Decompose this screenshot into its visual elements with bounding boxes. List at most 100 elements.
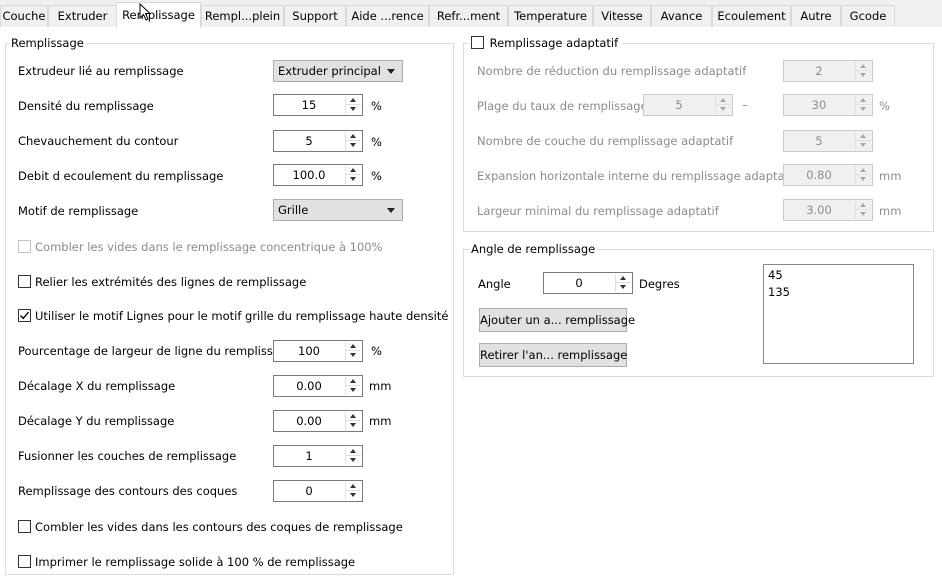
list-item[interactable]: 45 [764, 265, 913, 284]
overlap-label: Chevauchement du contour [18, 134, 179, 148]
spin-up-icon[interactable] [346, 342, 361, 351]
connect-lines-checkbox[interactable] [18, 275, 31, 288]
spin-down-icon[interactable] [346, 141, 361, 150]
adaptive-range-max-spinbox[interactable]: 30 [783, 94, 873, 116]
spin-up-icon[interactable] [616, 274, 631, 283]
adaptive-range-min-spinbox[interactable]: 5 [643, 94, 733, 116]
tab-autre[interactable]: Autre [791, 5, 841, 26]
extruder-label: Extrudeur lié au remplissage [18, 64, 184, 78]
pattern-combo[interactable]: Grille [273, 199, 403, 221]
spin-down-icon[interactable] [346, 175, 361, 184]
tab-couche[interactable]: Couche [0, 5, 48, 26]
adaptive-min-width-label: Largeur minimal du remplissage adaptatif [477, 204, 719, 218]
density-spinbox[interactable]: 15 [273, 94, 363, 116]
spin-up-icon[interactable] [346, 166, 361, 175]
shell-fill-spinbox[interactable]: 0 [273, 480, 363, 502]
spin-up-icon[interactable] [856, 201, 871, 210]
spin-up-icon[interactable] [346, 482, 361, 491]
flow-unit: % [371, 169, 382, 183]
spin-down-icon[interactable] [346, 456, 361, 465]
spin-up-icon[interactable] [346, 132, 361, 141]
infill-group-title: Remplissage [9, 36, 86, 50]
spin-up-icon[interactable] [856, 132, 871, 141]
overlap-spinbox[interactable]: 5 [273, 130, 363, 152]
spin-up-icon[interactable] [856, 96, 871, 105]
spin-up-icon[interactable] [346, 377, 361, 386]
spin-up-icon[interactable] [346, 412, 361, 421]
tab-support[interactable]: Support [284, 5, 346, 26]
tab-aide-adherence[interactable]: Aide ...rence [346, 5, 429, 26]
extruder-combo[interactable]: Extruder principal [273, 60, 403, 82]
use-lines-checkbox[interactable] [18, 309, 31, 322]
angle-list[interactable]: 45 135 [763, 264, 914, 364]
spin-up-icon[interactable] [856, 62, 871, 71]
adaptive-range-label: Plage du taux de remplissage [477, 99, 648, 113]
add-angle-button[interactable]: Ajouter un a... remplissage [479, 308, 635, 332]
adaptive-reductions-label: Nombre de réduction du remplissage adapt… [477, 64, 747, 78]
offset-x-spinbox[interactable]: 0.00 [273, 375, 363, 397]
remove-angle-button[interactable]: Retirer l'an... remplissage [479, 343, 627, 367]
adaptive-expansion-value: 0.80 [806, 168, 832, 182]
spin-down-icon[interactable] [346, 105, 361, 114]
merge-layers-spinbox[interactable]: 1 [273, 445, 363, 467]
shell-fill-value: 0 [305, 484, 313, 498]
offset-y-spinbox[interactable]: 0.00 [273, 410, 363, 432]
width-pct-spinbox[interactable]: 100 [273, 340, 363, 362]
tab-extruder[interactable]: Extruder [48, 5, 117, 26]
fill-shell-gaps-checkbox[interactable] [18, 520, 31, 533]
spin-down-icon[interactable] [856, 175, 871, 184]
tab-ecoulement[interactable]: Ecoulement [712, 5, 791, 26]
list-item[interactable]: 135 [764, 284, 913, 301]
offset-y-value: 0.00 [296, 414, 322, 428]
density-unit: % [371, 99, 382, 113]
adaptive-min-width-value: 3.00 [806, 203, 832, 217]
tab-avance[interactable]: Avance [651, 5, 712, 26]
spin-down-icon[interactable] [616, 283, 631, 292]
spin-down-icon[interactable] [856, 71, 871, 80]
spin-down-icon[interactable] [856, 105, 871, 114]
adaptive-group-header: Remplissage adaptatif [469, 36, 623, 50]
tab-remplissage[interactable]: Remplissage [116, 2, 201, 28]
print-solid-label: Imprimer le remplissage solide à 100 % d… [35, 555, 356, 569]
spin-down-icon[interactable] [346, 491, 361, 500]
spin-down-icon[interactable] [716, 105, 731, 114]
spin-up-icon[interactable] [346, 447, 361, 456]
overlap-unit: % [371, 135, 382, 149]
chevron-down-icon [387, 208, 395, 213]
fill-gaps-concentric-label: Combler les vides dans le remplissage co… [35, 240, 383, 254]
angle-group-title: Angle de remplissage [469, 242, 598, 256]
spin-down-icon[interactable] [346, 386, 361, 395]
tab-vitesse[interactable]: Vitesse [593, 5, 651, 26]
adaptive-layers-spinbox[interactable]: 5 [783, 130, 873, 152]
spin-down-icon[interactable] [856, 141, 871, 150]
adaptive-checkbox[interactable] [471, 36, 484, 49]
checkmark-icon [19, 311, 30, 320]
spin-down-icon[interactable] [346, 421, 361, 430]
tab-refroidissement[interactable]: Refr...ment [429, 5, 508, 26]
tab-remplissage-plein[interactable]: Rempl...plein [201, 5, 284, 26]
density-label: Densité du remplissage [18, 99, 154, 113]
flow-value: 100.0 [292, 168, 326, 182]
print-solid-checkbox[interactable] [18, 555, 31, 568]
adaptive-expansion-unit: mm [879, 169, 902, 183]
width-pct-unit: % [371, 344, 382, 358]
spin-up-icon[interactable] [856, 166, 871, 175]
mouse-cursor-icon [139, 3, 151, 21]
tab-temperature[interactable]: Temperature [508, 5, 593, 26]
spin-up-icon[interactable] [346, 96, 361, 105]
angle-spinbox[interactable]: 0 [543, 272, 633, 294]
flow-spinbox[interactable]: 100.0 [273, 164, 363, 186]
adaptive-reductions-spinbox[interactable]: 2 [783, 60, 873, 82]
adaptive-min-width-spinbox[interactable]: 3.00 [783, 199, 873, 221]
merge-layers-value: 1 [305, 449, 313, 463]
adaptive-range-separator: – [742, 98, 748, 112]
adaptive-expansion-spinbox[interactable]: 0.80 [783, 164, 873, 186]
spin-down-icon[interactable] [346, 351, 361, 360]
adaptive-min-width-unit: mm [879, 204, 902, 218]
spin-down-icon[interactable] [856, 210, 871, 219]
tab-gcode[interactable]: Gcode [841, 5, 895, 26]
fill-gaps-concentric-checkbox[interactable] [18, 240, 31, 253]
spin-up-icon[interactable] [716, 96, 731, 105]
offset-y-label: Décalage Y du remplissage [18, 414, 175, 428]
use-lines-label: Utiliser le motif Lignes pour le motif g… [35, 309, 449, 323]
